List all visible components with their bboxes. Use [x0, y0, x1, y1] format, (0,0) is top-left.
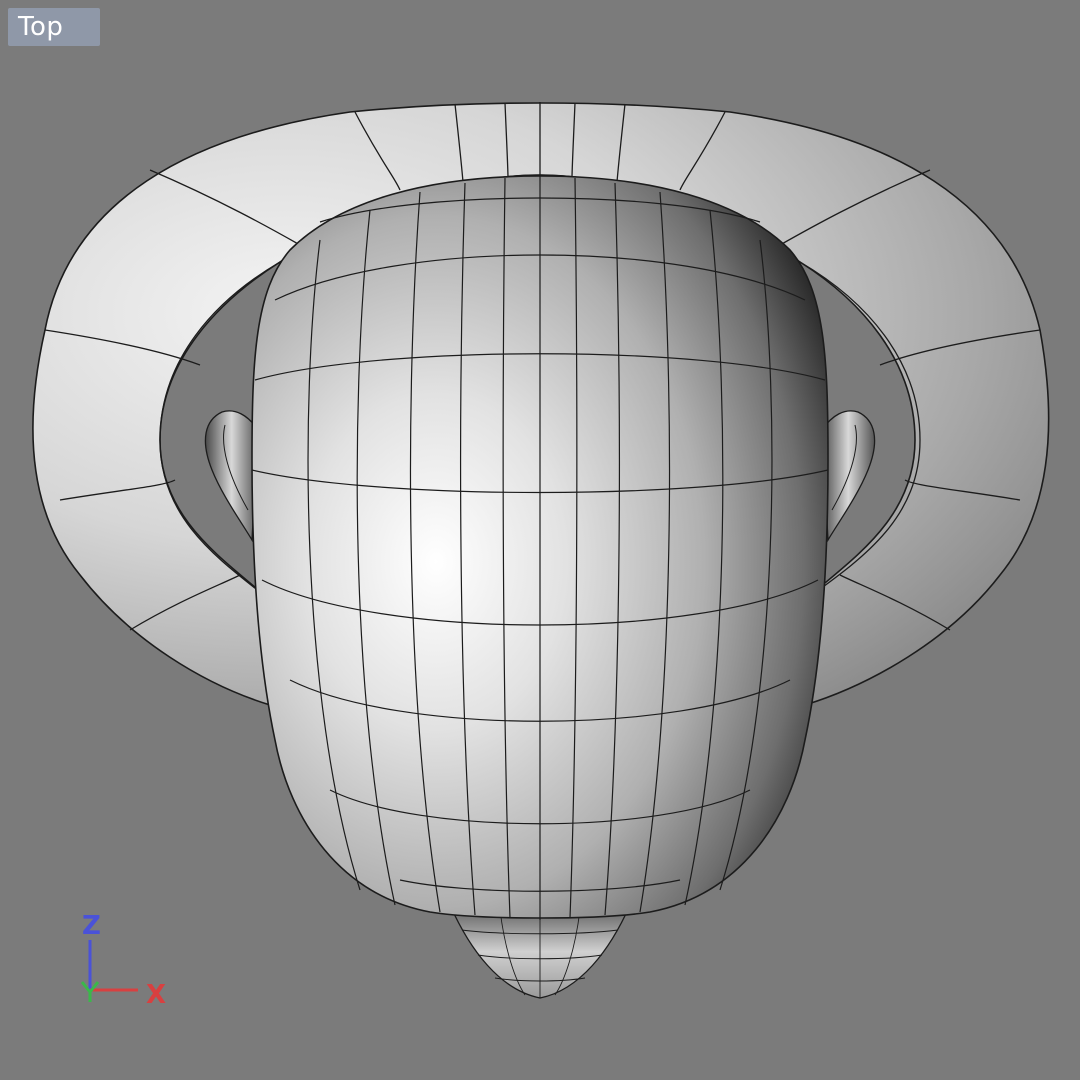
head-surface: [251, 175, 829, 920]
right-ear: [821, 410, 876, 543]
axis-gizmo: Z X: [80, 911, 166, 1010]
x-axis-label: X: [146, 980, 166, 1010]
head-model-render[interactable]: Z X: [0, 0, 1080, 1080]
top-viewport[interactable]: Top Z X: [0, 0, 1080, 1080]
left-ear: [204, 410, 259, 543]
z-axis-label: Z: [82, 911, 101, 941]
